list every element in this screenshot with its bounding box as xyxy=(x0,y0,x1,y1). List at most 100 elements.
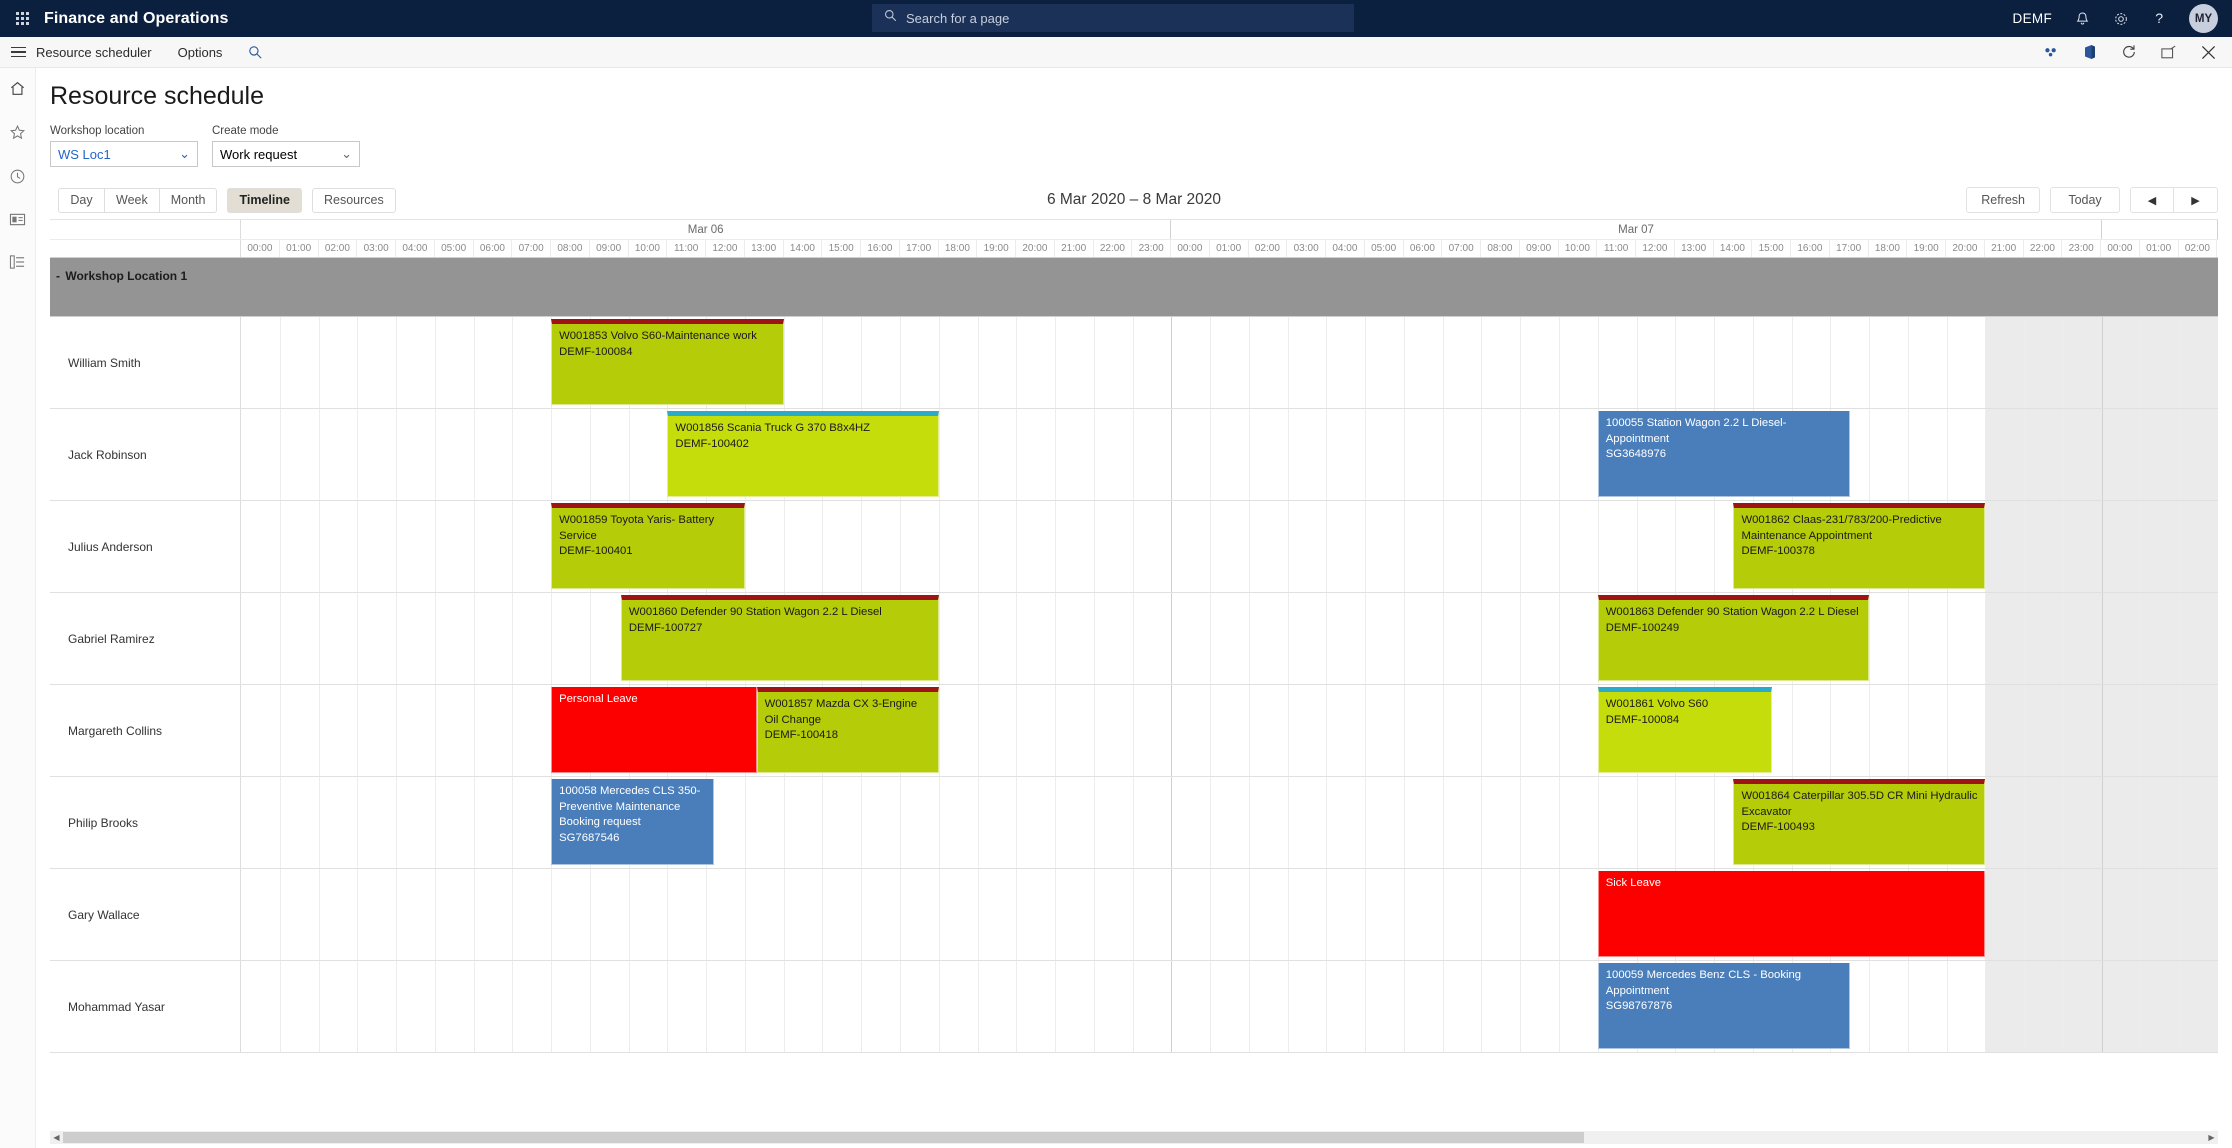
resource-timeline-lane[interactable]: W001853 Volvo S60-Maintenance work DEMF-1… xyxy=(241,317,2218,408)
resource-timeline-lane[interactable]: W001860 Defender 90 Station Wagon 2.2 L … xyxy=(241,593,2218,684)
schedule-event-block[interactable]: W001863 Defender 90 Station Wagon 2.2 L … xyxy=(1597,595,1870,681)
lane-gridline xyxy=(1132,593,1134,684)
resource-name[interactable]: Gary Wallace xyxy=(50,869,241,960)
link-share-icon[interactable] xyxy=(2043,46,2059,58)
resource-timeline-lane[interactable]: Sick Leave xyxy=(241,869,2218,960)
schedule-event-block[interactable]: W001859 Toyota Yaris- Battery Service DEM… xyxy=(551,503,745,589)
chevron-down-icon: ⌄ xyxy=(179,146,190,161)
schedule-event-block[interactable]: W001853 Volvo S60-Maintenance work DEMF-1… xyxy=(551,319,784,405)
event-text-line: W001863 Defender 90 Station Wagon 2.2 L … xyxy=(1605,606,1859,618)
global-search-box[interactable] xyxy=(872,4,1354,32)
resource-name[interactable]: Philip Brooks xyxy=(50,777,241,868)
office-app-icon[interactable] xyxy=(2083,44,2097,60)
lane-gridline xyxy=(783,317,785,408)
event-text-line: DEMF-100493 xyxy=(1741,821,1815,833)
search-input[interactable] xyxy=(906,10,1342,26)
avatar[interactable]: MY xyxy=(2189,4,2218,33)
filter-label: Create mode xyxy=(212,125,279,137)
previous-period-button[interactable]: ◀ xyxy=(2130,187,2174,213)
home-icon[interactable] xyxy=(9,80,26,102)
timeline-hour-label: 04:00 xyxy=(1326,240,1365,257)
help-question-icon[interactable]: ? xyxy=(2152,10,2166,27)
lane-gridline xyxy=(1481,685,1483,776)
timeline-hour-label: 15:00 xyxy=(822,240,861,257)
lane-gridline xyxy=(667,961,669,1052)
lane-gridline xyxy=(1055,501,1057,592)
close-icon[interactable] xyxy=(2201,45,2216,60)
filter-bar: Workshop location WS Loc1 ⌄ Create mode … xyxy=(50,125,2232,167)
schedule-event-block[interactable]: W001864 Caterpillar 305.5D CR Mini Hydra… xyxy=(1733,779,1986,865)
lane-gridline xyxy=(1403,869,1405,960)
view-button-week[interactable]: Week xyxy=(105,187,160,213)
resource-timeline-lane[interactable]: W001856 Scania Truck G 370 B8x4HZ DEMF-10… xyxy=(241,409,2218,500)
schedule-event-block[interactable]: W001862 Claas-231/783/200-Predictive Mai… xyxy=(1733,503,1986,589)
horizontal-scrollbar[interactable]: ◀ ▶ xyxy=(50,1131,2218,1144)
schedule-event-block[interactable]: 100058 Mercedes CLS 350-Preventive Maint… xyxy=(551,779,714,865)
waffle-menu-button[interactable] xyxy=(0,12,44,25)
schedule-event-block[interactable]: 100055 Station Wagon 2.2 L Diesel- Appoi… xyxy=(1597,411,1850,497)
resource-name[interactable]: Gabriel Ramirez xyxy=(50,593,241,684)
lane-gridline xyxy=(861,317,863,408)
lane-gridline xyxy=(1055,409,1057,500)
today-button[interactable]: Today xyxy=(2050,187,2120,213)
modules-list-icon[interactable] xyxy=(9,254,26,275)
scroll-left-arrow[interactable]: ◀ xyxy=(50,1133,63,1142)
workspaces-icon[interactable] xyxy=(9,212,26,232)
filter-label: Workshop location xyxy=(50,125,145,137)
lane-gridline xyxy=(396,777,398,868)
schedule-event-block[interactable]: W001856 Scania Truck G 370 B8x4HZ DEMF-10… xyxy=(667,411,939,497)
resource-timeline-lane[interactable]: Personal Leave W001857 Mazda CX 3-Engine … xyxy=(241,685,2218,776)
timeline-hour-label: 03:00 xyxy=(1287,240,1326,257)
resource-name[interactable]: William Smith xyxy=(50,317,241,408)
resource-timeline-lane[interactable]: 100059 Mercedes Benz CLS - Booking Appoi… xyxy=(241,961,2218,1052)
popout-window-icon[interactable] xyxy=(2161,45,2177,59)
resource-name[interactable]: Julius Anderson xyxy=(50,501,241,592)
settings-gear-icon[interactable] xyxy=(2113,11,2129,27)
search-icon[interactable] xyxy=(248,45,263,60)
view-button-month[interactable]: Month xyxy=(159,187,218,213)
lane-gridline xyxy=(2179,961,2181,1052)
schedule-event-block[interactable]: Sick Leave xyxy=(1597,871,1986,957)
resource-name[interactable]: Mohammad Yasar xyxy=(50,961,241,1052)
main-content: Resource schedule Workshop location WS L… xyxy=(36,68,2232,1148)
refresh-button[interactable]: Refresh xyxy=(1966,187,2040,213)
lane-gridline xyxy=(667,869,669,960)
refresh-circle-icon[interactable] xyxy=(2121,44,2137,60)
hamburger-menu-icon[interactable] xyxy=(0,46,36,58)
schedule-event-block[interactable]: 100059 Mercedes Benz CLS - Booking Appoi… xyxy=(1597,963,1850,1049)
lane-gridline xyxy=(1403,409,1405,500)
timeline-day-label: Mar 07 xyxy=(1171,220,2102,239)
schedule-event-block[interactable]: W001861 Volvo S60 DEMF-100084 xyxy=(1597,687,1773,773)
schedule-event-block[interactable]: Personal Leave xyxy=(551,687,757,773)
lane-gridline xyxy=(1171,777,1173,868)
scroll-right-arrow[interactable]: ▶ xyxy=(2205,1133,2218,1142)
menu-item-resource-scheduler[interactable]: Resource scheduler xyxy=(36,45,152,60)
resource-name[interactable]: Jack Robinson xyxy=(50,409,241,500)
resource-timeline-lane[interactable]: W001859 Toyota Yaris- Battery Service DEM… xyxy=(241,501,2218,592)
workshop-location-select[interactable]: WS Loc1 ⌄ xyxy=(50,141,198,167)
lane-gridline xyxy=(357,501,359,592)
menu-item-options[interactable]: Options xyxy=(178,45,223,60)
view-button-day[interactable]: Day xyxy=(58,187,105,213)
next-period-button[interactable]: ▶ xyxy=(2174,187,2218,213)
scrollbar-track[interactable] xyxy=(63,1131,2205,1144)
favorites-star-icon[interactable] xyxy=(9,124,26,146)
resource-timeline-lane[interactable]: 100058 Mercedes CLS 350-Preventive Maint… xyxy=(241,777,2218,868)
lane-gridline xyxy=(473,961,475,1052)
lane-gridline xyxy=(1248,777,1250,868)
lane-gridline xyxy=(1830,317,1832,408)
create-mode-select[interactable]: Work request ⌄ xyxy=(212,141,360,167)
view-button-timeline[interactable]: Timeline xyxy=(227,187,302,213)
group-collapse-toggle[interactable]: - xyxy=(56,269,63,283)
schedule-event-block[interactable]: W001860 Defender 90 Station Wagon 2.2 L … xyxy=(620,595,939,681)
event-text-line: SG7687546 xyxy=(559,831,620,844)
lane-gridline xyxy=(1016,961,1018,1052)
resource-name[interactable]: Margareth Collins xyxy=(50,685,241,776)
scrollbar-thumb[interactable] xyxy=(63,1132,1584,1143)
recent-clock-icon[interactable] xyxy=(9,168,26,190)
notification-bell-icon[interactable] xyxy=(2075,11,2090,27)
lane-gridline xyxy=(318,501,320,592)
event-text-line: DEMF-100418 xyxy=(764,729,839,741)
view-button-resources[interactable]: Resources xyxy=(311,187,396,213)
schedule-event-block[interactable]: W001857 Mazda CX 3-Engine Oil Change DEMF… xyxy=(756,687,939,773)
